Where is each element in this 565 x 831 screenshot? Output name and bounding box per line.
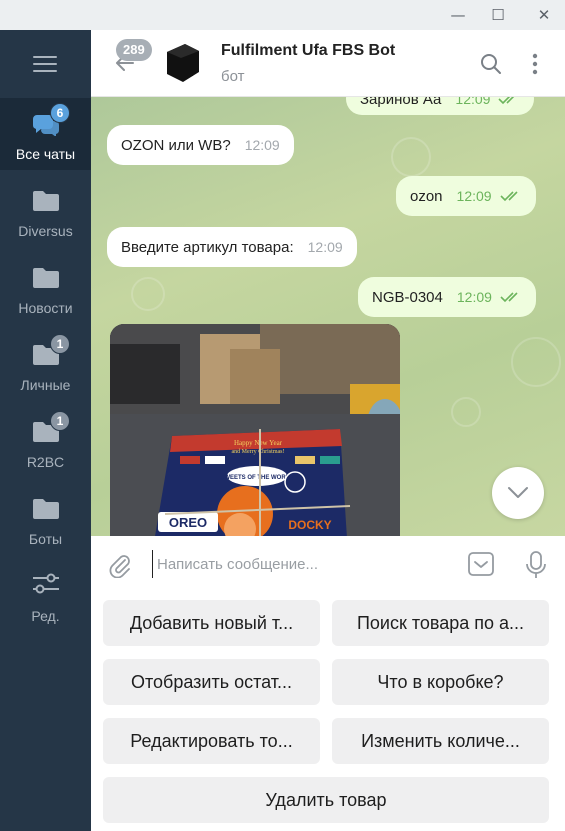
folder-news[interactable]: Новости xyxy=(0,252,91,324)
change-quantity-button[interactable]: Изменить количе... xyxy=(332,718,549,764)
edit-product-button[interactable]: Редактировать то... xyxy=(103,718,320,764)
folder-all-chats[interactable]: 6 Все чаты xyxy=(0,98,91,170)
paperclip-icon[interactable] xyxy=(107,552,133,578)
box-photo: Happy New Year and Merry Christmas! SWEE… xyxy=(110,324,400,536)
folder-badge: 1 xyxy=(50,411,70,431)
message-input[interactable] xyxy=(152,550,452,578)
bot-keyboard-toggle-icon[interactable] xyxy=(467,550,495,578)
search-product-button[interactable]: Поиск товара по а... xyxy=(332,600,549,646)
chat-status: бот xyxy=(221,68,245,85)
message-outgoing[interactable]: ozon 12:09 xyxy=(396,176,536,216)
folder-r2bc[interactable]: 1 R2BC xyxy=(0,406,91,478)
folder-label: R2BC xyxy=(26,454,65,470)
folder-personal[interactable]: 1 Личные xyxy=(0,329,91,401)
photo-message[interactable]: Happy New Year and Merry Christmas! SWEE… xyxy=(110,324,400,536)
folder-icon xyxy=(33,499,59,519)
add-new-product-button[interactable]: Добавить новый т... xyxy=(103,600,320,646)
scroll-down-button[interactable] xyxy=(492,467,544,519)
wallpaper-doodle xyxy=(391,137,431,177)
wallpaper-doodle xyxy=(511,337,561,387)
box-text: SWEETS OF THE WORLD xyxy=(220,475,294,481)
message-outgoing[interactable]: Заринов Аа 12:09 xyxy=(346,97,535,115)
folders-sidebar: 6 Все чаты Diversus Новости 1 Личные 1 R… xyxy=(0,30,91,831)
box-text: DOCKY xyxy=(288,518,331,532)
folder-badge: 6 xyxy=(50,103,70,123)
message-incoming[interactable]: OZON или WB? 12:09 xyxy=(107,125,294,165)
message-time: 12:09 xyxy=(244,137,280,153)
message-text: Заринов Аа xyxy=(360,97,442,108)
box-text: Happy New Year xyxy=(234,439,283,447)
double-check-icon xyxy=(500,292,518,303)
delete-product-button[interactable]: Удалить товар xyxy=(103,777,549,823)
close-button[interactable]: ✕ xyxy=(524,0,564,30)
show-stock-button[interactable]: Отобразить остат... xyxy=(103,659,320,705)
menu-icon[interactable] xyxy=(33,56,57,72)
whats-in-box-button[interactable]: Что в коробке? xyxy=(332,659,549,705)
wallpaper-doodle xyxy=(451,397,481,427)
window-titlebar: — ☐ ✕ xyxy=(0,0,565,30)
double-check-icon xyxy=(498,97,515,105)
minimize-button[interactable]: — xyxy=(438,0,478,30)
folder-label: Все чаты xyxy=(15,146,76,162)
unread-count-badge: 289 xyxy=(116,39,152,61)
message-time: 12:09 xyxy=(456,188,492,204)
box-text: OREO xyxy=(169,515,207,530)
message-text: Введите артикул товара: xyxy=(121,238,294,256)
folder-label: Боты xyxy=(28,531,63,547)
bot-reply-keyboard: Добавить новый т... Поиск товара по а...… xyxy=(91,594,565,831)
message-time: 12:09 xyxy=(456,289,492,305)
message-time: 12:09 xyxy=(455,97,491,107)
box-text: and Merry Christmas! xyxy=(232,449,285,455)
folder-bots[interactable]: Боты xyxy=(0,483,91,555)
folder-badge: 1 xyxy=(50,334,70,354)
folder-icon xyxy=(33,191,59,211)
bot-avatar[interactable] xyxy=(163,42,203,84)
more-vertical-icon[interactable] xyxy=(527,52,543,76)
sliders-icon xyxy=(33,573,59,594)
chevron-down-icon xyxy=(508,487,528,498)
message-text: NGB-0304 xyxy=(372,288,443,306)
folder-label: Diversus xyxy=(18,223,73,239)
folder-edit[interactable]: Ред. xyxy=(0,560,91,632)
folder-diversus[interactable]: Diversus xyxy=(0,175,91,247)
maximize-button[interactable]: ☐ xyxy=(478,0,518,30)
message-time: 12:09 xyxy=(307,239,343,255)
message-composer xyxy=(91,536,565,594)
message-text: OZON или WB? xyxy=(121,136,231,154)
double-check-icon xyxy=(500,191,518,202)
search-icon[interactable] xyxy=(479,52,503,76)
wallpaper-doodle xyxy=(131,277,165,311)
folder-label: Личные xyxy=(20,377,71,393)
folder-label: Ред. xyxy=(31,608,60,624)
chat-header: 289 Fulfilment Ufa FBS Bot бот xyxy=(91,30,565,97)
folder-label: Новости xyxy=(18,300,73,316)
message-incoming[interactable]: Введите артикул товара: 12:09 xyxy=(107,227,357,267)
message-text: ozon xyxy=(410,187,443,205)
chat-title: Fulfilment Ufa FBS Bot xyxy=(221,42,396,59)
folder-icon xyxy=(33,268,59,288)
microphone-icon[interactable] xyxy=(524,550,548,580)
message-list[interactable]: Заринов Аа 12:09 OZON или WB? 12:09 ozon… xyxy=(91,97,565,536)
message-outgoing[interactable]: NGB-0304 12:09 xyxy=(358,277,536,317)
